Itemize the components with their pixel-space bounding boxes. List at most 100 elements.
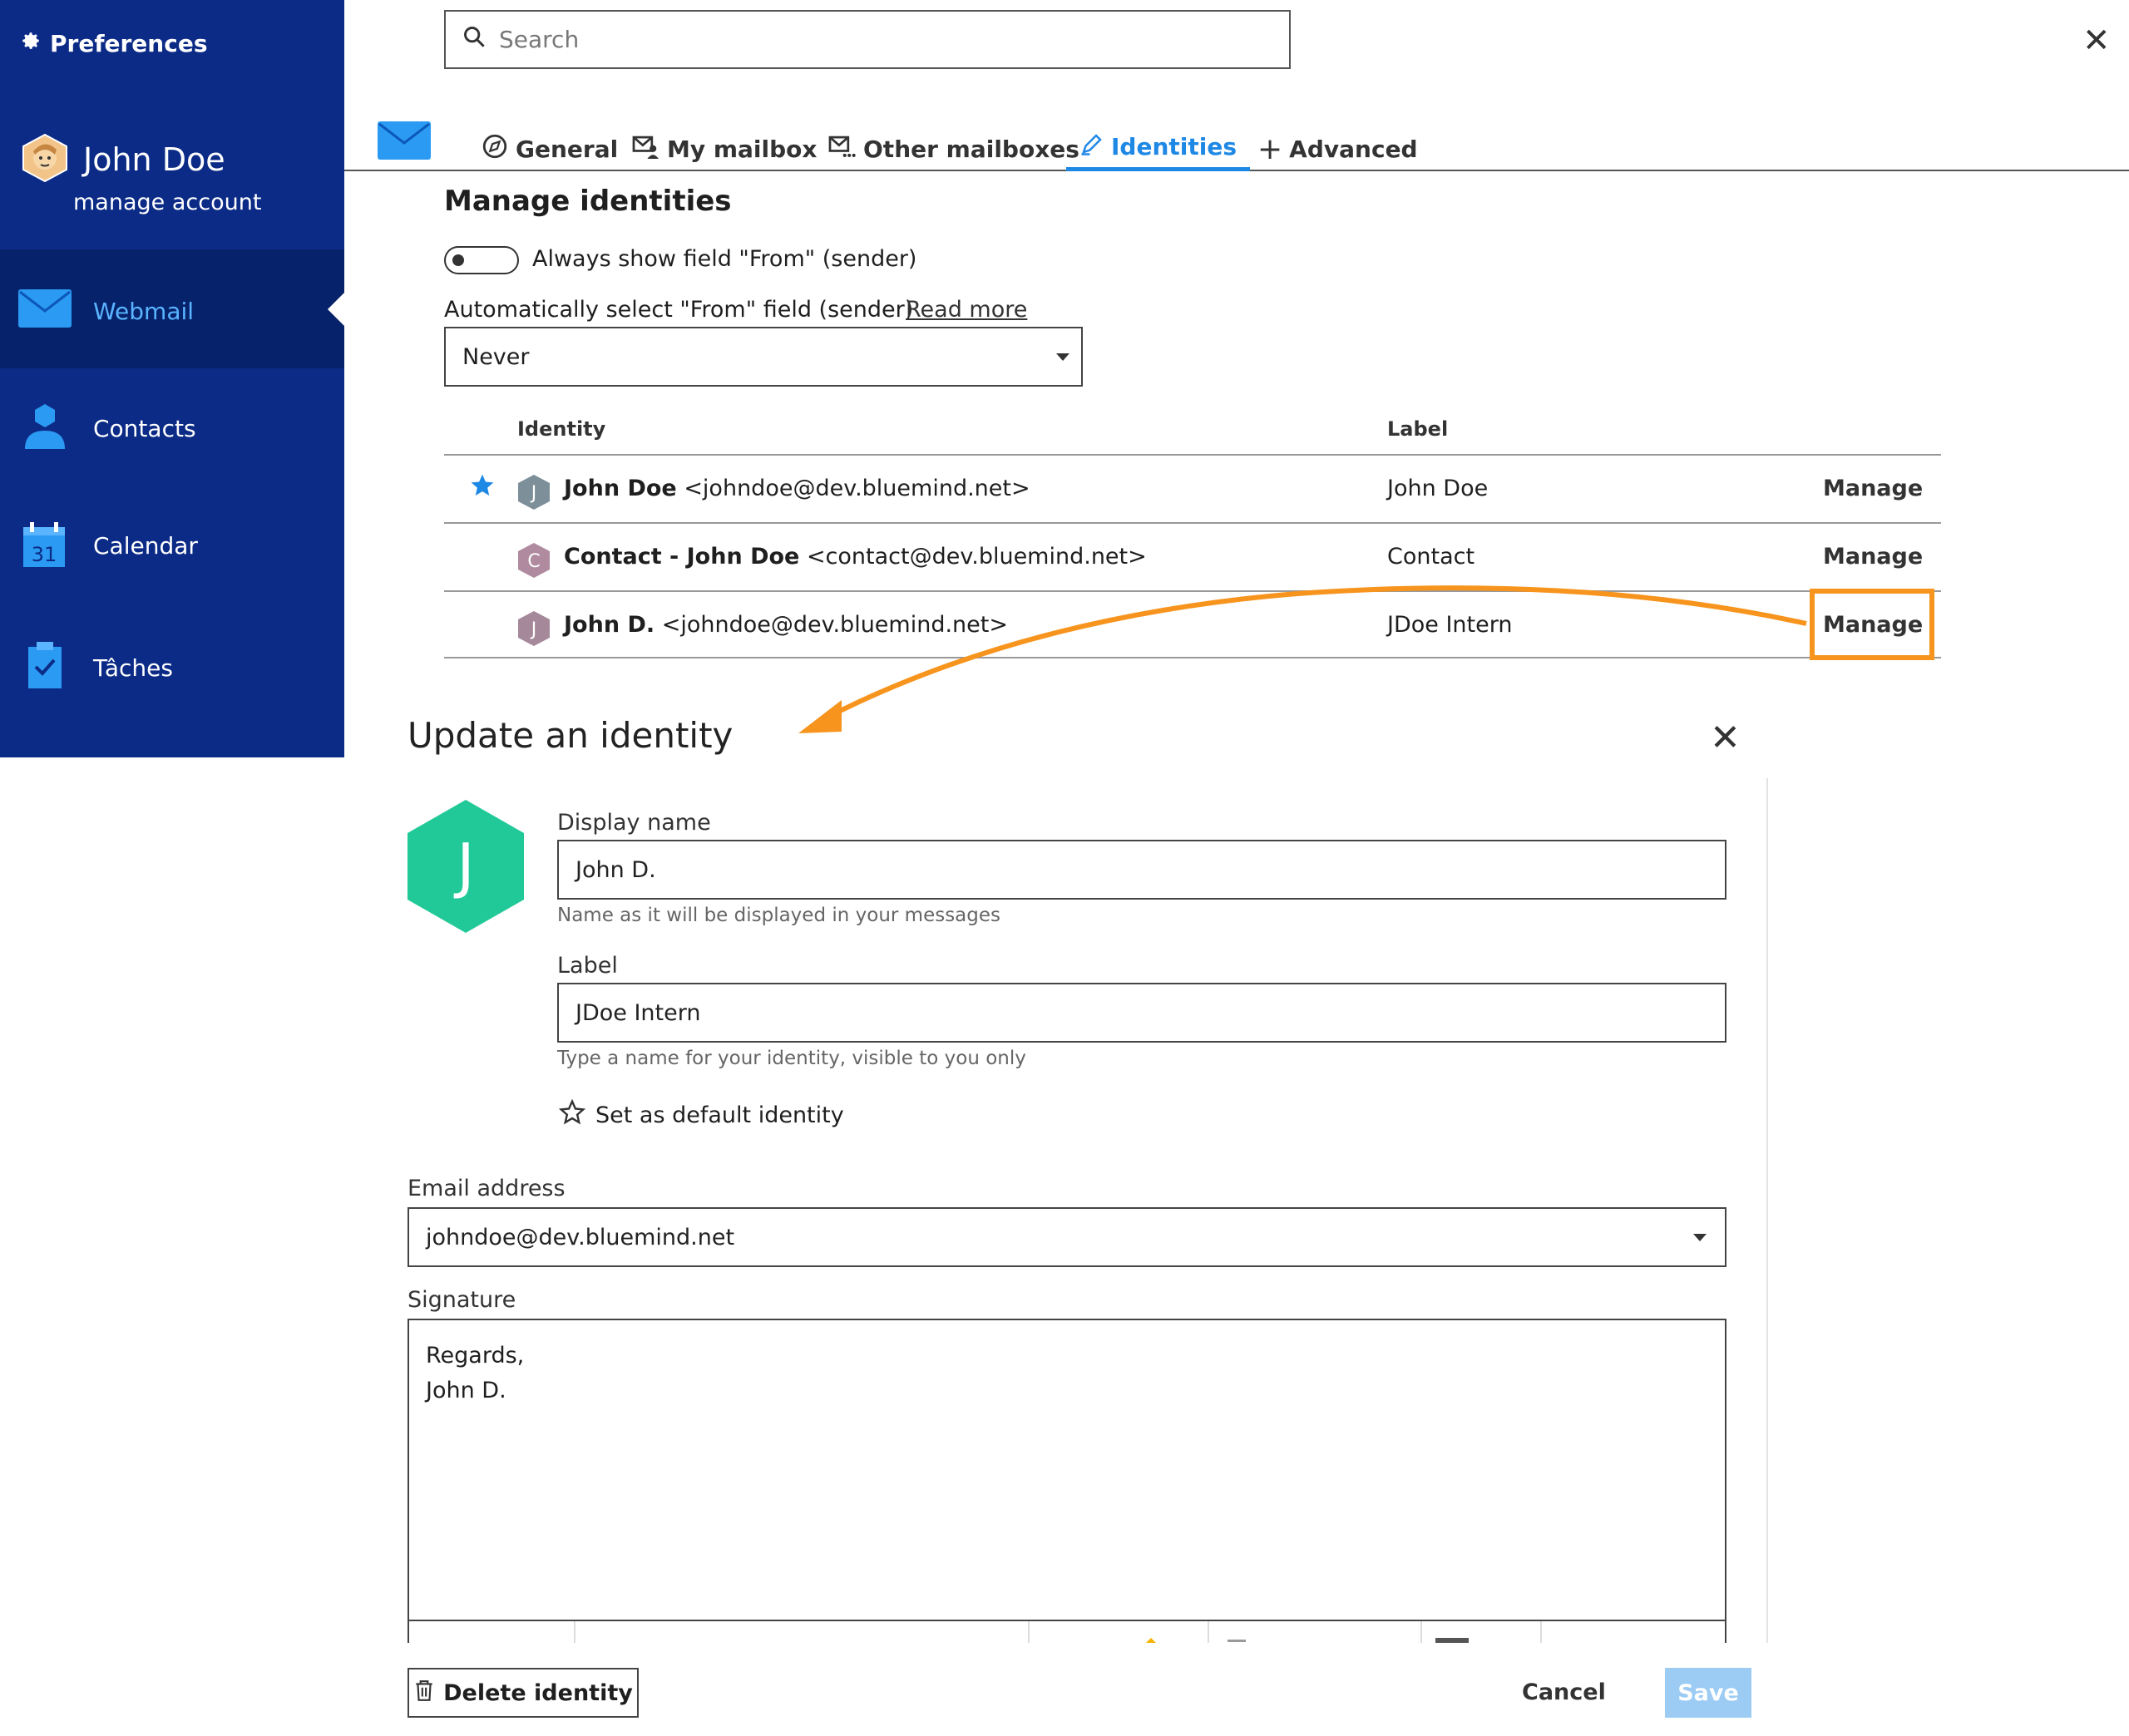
user-block[interactable]: John Doe	[22, 133, 225, 186]
signature-line: John D.	[426, 1378, 506, 1403]
mailbox-other-icon	[828, 134, 857, 165]
show-from-toggle[interactable]	[444, 246, 519, 274]
sidebar-item-contacts[interactable]: Contacts	[18, 402, 196, 455]
manage-button[interactable]: Manage	[1823, 476, 1923, 501]
format-icon[interactable]	[1228, 1640, 1246, 1642]
tab-label: My mailbox	[667, 135, 818, 163]
identity-name: John Doe	[564, 476, 677, 501]
gear-icon	[20, 30, 42, 57]
sidebar-item-label: Tâches	[93, 654, 173, 682]
set-default-label: Set as default identity	[595, 1102, 844, 1128]
tab-my-mailbox[interactable]: My mailbox	[632, 126, 817, 171]
avatar: J	[517, 474, 551, 514]
section-title: Manage identities	[444, 185, 732, 218]
compass-icon	[481, 132, 509, 166]
tab-other-mailboxes[interactable]: Other mailboxes	[828, 126, 1079, 171]
search-input[interactable]: Search	[444, 10, 1291, 69]
delete-identity-button[interactable]: Delete identity	[408, 1668, 639, 1718]
chevron-down-icon	[1693, 1234, 1707, 1241]
identity-email: <contact@dev.bluemind.net>	[806, 544, 1147, 570]
email-address-dropdown[interactable]: johndoe@dev.bluemind.net	[408, 1207, 1726, 1267]
modal-title: Update an identity	[408, 715, 734, 756]
manage-account-link[interactable]: manage account	[73, 190, 261, 215]
preferences-title: Preferences	[20, 30, 207, 57]
sidebar-item-tasks[interactable]: Tâches	[18, 642, 173, 694]
table-row[interactable]: C Contact - John Doe <contact@dev.bluemi…	[444, 522, 1941, 590]
avatar-initial: C	[527, 551, 540, 572]
table-row[interactable]: J John Doe <johndoe@dev.bluemind.net> Jo…	[444, 454, 1941, 522]
tab-label: Identities	[1111, 133, 1237, 160]
avatar: C	[517, 542, 551, 582]
sidebar-item-label: Contacts	[93, 415, 196, 442]
sidebar-item-label: Webmail	[93, 298, 195, 325]
signature-toolbar	[408, 1620, 1726, 1643]
avatar: J	[517, 610, 551, 650]
show-from-label: Always show field "From" (sender)	[532, 246, 917, 272]
plus-icon: +	[1257, 131, 1283, 166]
signature-line: Regards,	[426, 1343, 525, 1369]
tab-label: Other mailboxes	[863, 135, 1079, 163]
tab-identities[interactable]: Identities	[1066, 126, 1251, 171]
avatar	[22, 133, 68, 186]
sidebar-item-webmail[interactable]: Webmail	[18, 289, 194, 333]
delete-identity-label: Delete identity	[443, 1679, 633, 1706]
auto-select-dropdown[interactable]: Never	[444, 327, 1083, 387]
identity-label: Contact	[1387, 544, 1475, 570]
identity-name: Contact - John Doe	[564, 544, 800, 570]
email-address-value: johndoe@dev.bluemind.net	[426, 1224, 735, 1250]
auto-select-value: Never	[462, 343, 530, 370]
user-name: John Doe	[83, 141, 225, 178]
label-field-label: Label	[557, 953, 618, 979]
manage-button[interactable]: Manage	[1823, 544, 1923, 570]
tab-general[interactable]: General	[481, 126, 618, 171]
search-placeholder: Search	[499, 26, 580, 53]
trash-icon	[413, 1679, 435, 1708]
close-icon[interactable]: ✕	[1710, 717, 1741, 759]
column-header-identity: Identity	[517, 417, 606, 441]
sidebar-item-label: Calendar	[93, 531, 198, 560]
search-icon	[462, 25, 486, 54]
read-more-link[interactable]: Read more	[906, 297, 1027, 323]
star-filled-icon[interactable]	[469, 472, 496, 502]
identity-avatar: J	[406, 798, 526, 938]
auto-select-label: Automatically select "From" field (sende…	[444, 297, 914, 323]
signature-label: Signature	[408, 1287, 516, 1313]
tab-advanced[interactable]: + Advanced	[1257, 126, 1418, 171]
label-input[interactable]: JDoe Intern	[557, 983, 1726, 1043]
modal-scroll-divider	[1766, 778, 1768, 1643]
table-row[interactable]: J John D. <johndoe@dev.bluemind.net> JDo…	[444, 590, 1941, 658]
identity-text: John D. <johndoe@dev.bluemind.net>	[564, 612, 1008, 638]
display-name-input[interactable]: John D.	[557, 840, 1726, 900]
identity-text: Contact - John Doe <contact@dev.bluemind…	[564, 544, 1147, 570]
tab-label: General	[516, 135, 619, 163]
close-icon[interactable]: ✕	[2082, 22, 2111, 60]
save-button[interactable]: Save	[1665, 1668, 1751, 1718]
display-name-hint: Name as it will be displayed in your mes…	[557, 905, 1001, 926]
avatar-initial: J	[530, 619, 537, 640]
label-value: JDoe Intern	[575, 999, 701, 1026]
mailbox-user-icon	[632, 134, 660, 165]
set-default-identity-button[interactable]: Set as default identity	[558, 1098, 844, 1132]
identity-email: <johndoe@dev.bluemind.net>	[684, 476, 1030, 501]
sidebar-item-calendar[interactable]: 31 Calendar	[18, 522, 198, 569]
tasks-icon	[18, 642, 72, 694]
identity-email: <johndoe@dev.bluemind.net>	[661, 612, 1008, 638]
toolbar-block-icon[interactable]	[1435, 1638, 1469, 1643]
envelope-icon	[18, 289, 72, 333]
identity-name: John D.	[564, 612, 655, 638]
avatar-initial: J	[530, 483, 537, 504]
chevron-down-icon	[1056, 353, 1069, 361]
color-picker-icon[interactable]	[1146, 1638, 1156, 1643]
column-header-label: Label	[1387, 417, 1449, 441]
avatar-initial: J	[453, 831, 474, 900]
cancel-button[interactable]: Cancel	[1522, 1679, 1606, 1705]
sidebar: Preferences John Doe manage account Webm…	[0, 0, 344, 757]
display-name-label: Display name	[557, 810, 711, 836]
signature-editor[interactable]: Regards, John D.	[408, 1319, 1726, 1643]
preferences-label: Preferences	[50, 30, 208, 57]
identity-label: JDoe Intern	[1387, 612, 1513, 638]
identity-text: John Doe <johndoe@dev.bluemind.net>	[564, 476, 1030, 501]
highlight-box	[1810, 589, 1934, 660]
display-name-value: John D.	[575, 856, 656, 883]
calendar-day: 31	[32, 543, 57, 566]
